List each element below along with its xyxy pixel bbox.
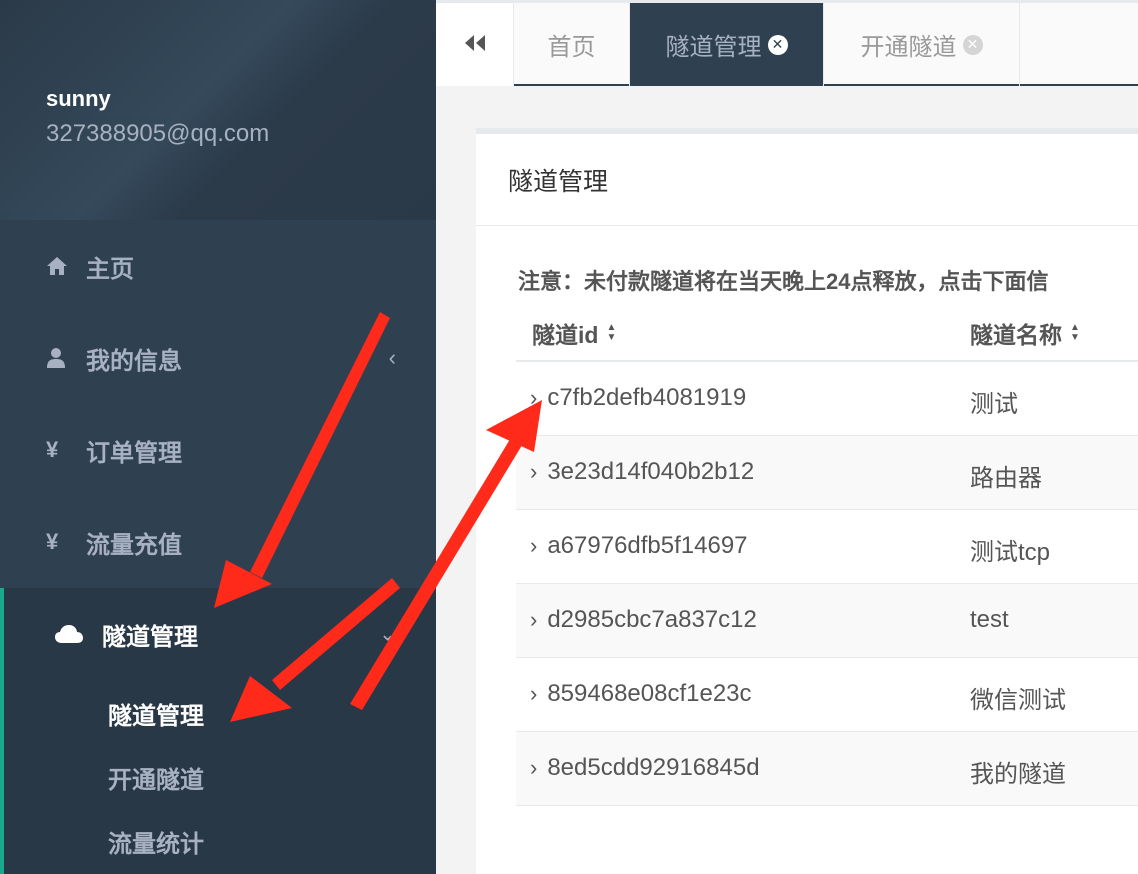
tunnel-table: 隧道id ▲ ▼ 隧道名称 ▲ ▼ › c7fb2defb4081919 测试 › 3e… [516,302,1138,806]
tunnel-id: › a67976dfb5f14697 [530,532,748,560]
tunnel-name: test [970,606,1009,633]
chevron-right-icon[interactable]: › [530,681,537,707]
column-header-name[interactable]: 隧道名称 ▲ ▼ [970,316,1080,350]
sidebar-item-tunnels-head[interactable]: 隧道管理 ⌄ [4,588,436,680]
tunnel-name: 路由器 [970,465,1042,492]
sidebar-item-my-info[interactable]: 我的信息 ‹ [0,312,436,404]
tunnel-id: › 3e23d14f040b2b12 [530,458,754,486]
column-label: 隧道id [532,322,599,348]
tab-open-tunnel[interactable]: 开通隧道 ✕ [824,3,1020,86]
column-header-id[interactable]: 隧道id ▲ ▼ [532,316,616,350]
close-icon[interactable]: ✕ [962,34,983,55]
tunnel-panel: 隧道管理 注意：未付款隧道将在当天晚上24点释放，点击下面信 隧道id ▲ ▼ 隧… [476,128,1138,874]
tunnel-id-text: c7fb2defb4081919 [547,384,747,411]
tunnel-id: › d2985cbc7a837c12 [530,606,757,634]
chevron-right-icon[interactable]: › [530,533,537,559]
tunnel-id: › 8ed5cdd92916845d [530,754,760,782]
tunnel-id-text: 3e23d14f040b2b12 [547,458,755,485]
tunnel-id-text: a67976dfb5f14697 [547,532,748,559]
tunnel-id: › c7fb2defb4081919 [530,384,746,412]
tunnel-name: 微信测试 [970,687,1066,714]
collapse-tabs-button[interactable] [436,3,514,86]
sidebar-item-home[interactable]: 主页 [0,220,436,312]
submenu-tunnel-manage[interactable]: 隧道管理 [108,696,204,731]
tunnel-name: 测试tcp [970,539,1051,566]
yen-icon: ¥ [46,529,59,554]
sidebar-item-recharge[interactable]: ¥ 流量充值 [0,496,436,588]
tab-home[interactable]: 首页 [514,3,630,86]
chevron-down-icon: ⌄ [379,623,396,646]
chevron-right-icon[interactable]: › [530,459,537,485]
profile-header: sunny 327388905@qq.com [0,0,436,220]
table-row[interactable]: › a67976dfb5f14697 测试tcp [516,510,1138,584]
tab-label: 首页 [547,34,596,61]
tab-tunnel-manage[interactable]: 隧道管理 ✕ [630,3,824,86]
cloud-icon [54,624,84,644]
tunnel-id-text: 8ed5cdd92916845d [547,754,760,781]
table-row[interactable]: › 859468e08cf1e23c 微信测试 [516,658,1138,732]
column-label: 隧道名称 [970,322,1062,348]
table-header: 隧道id ▲ ▼ 隧道名称 ▲ ▼ [516,302,1138,362]
sort-icon: ▲ ▼ [606,322,617,343]
tunnel-name: 测试 [970,391,1018,418]
sidebar-item-label: 流量充值 [86,531,182,559]
sort-icon: ▲ ▼ [1070,322,1080,343]
chevron-left-icon: ‹ [388,345,396,370]
sidebar-item-label: 我的信息 [86,347,182,375]
tunnel-name: 我的隧道 [970,761,1066,788]
profile-email: 327388905@qq.com [46,120,270,147]
submenu-traffic-stats[interactable]: 流量统计 [108,824,204,859]
notice-text: 注意：未付款隧道将在当天晚上24点释放，点击下面信 [518,269,1049,294]
close-icon[interactable]: ✕ [767,34,788,55]
sidebar-item-label: 隧道管理 [102,623,198,651]
profile-name[interactable]: sunny [46,86,111,112]
tab-label: 开通隧道 [860,34,957,61]
tunnel-id-text: 859468e08cf1e23c [547,680,752,707]
sidebar-item-label: 主页 [86,255,134,283]
sidebar-item-orders[interactable]: ¥ 订单管理 [0,404,436,496]
chevron-right-icon[interactable]: › [530,755,537,781]
tab-label: 隧道管理 [665,34,762,61]
table-row[interactable]: › 3e23d14f040b2b12 路由器 [516,436,1138,510]
yen-icon: ¥ [46,437,59,462]
submenu-open-tunnel[interactable]: 开通隧道 [108,760,204,795]
table-row[interactable]: › c7fb2defb4081919 测试 [516,362,1138,436]
tab-bar: 首页 隧道管理 ✕ 开通隧道 ✕ [436,0,1138,86]
sidebar: sunny 327388905@qq.com 主页 我的信息 ‹ ¥ 订单管理 … [0,0,436,874]
user-icon [46,347,74,369]
panel-title: 隧道管理 [476,134,1138,226]
sidebar-item-label: 订单管理 [86,439,182,467]
chevron-right-icon[interactable]: › [530,607,537,633]
sidebar-item-tunnels: 隧道管理 ⌄ 隧道管理 开通隧道 流量统计 [0,588,436,874]
chevron-right-icon[interactable]: › [530,385,537,411]
table-row[interactable]: › 8ed5cdd92916845d 我的隧道 [516,732,1138,806]
table-row[interactable]: › d2985cbc7a837c12 test [516,584,1138,658]
home-icon [46,256,74,276]
tunnel-id-text: d2985cbc7a837c12 [547,606,757,633]
double-chevron-left-icon [462,29,488,60]
tunnel-id: › 859468e08cf1e23c [530,680,752,708]
